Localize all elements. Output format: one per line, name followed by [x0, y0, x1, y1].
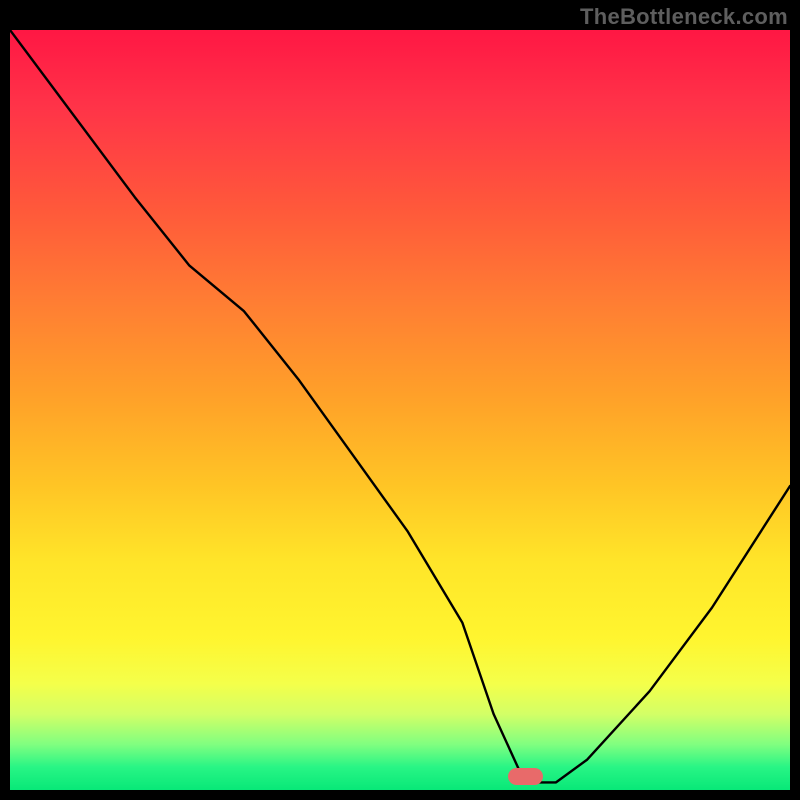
- curve-path: [10, 30, 790, 782]
- optimal-marker: [508, 768, 543, 785]
- chart-frame: TheBottleneck.com: [0, 0, 800, 800]
- watermark-text: TheBottleneck.com: [580, 4, 788, 30]
- bottleneck-curve: [10, 30, 790, 790]
- plot-area: [10, 30, 790, 790]
